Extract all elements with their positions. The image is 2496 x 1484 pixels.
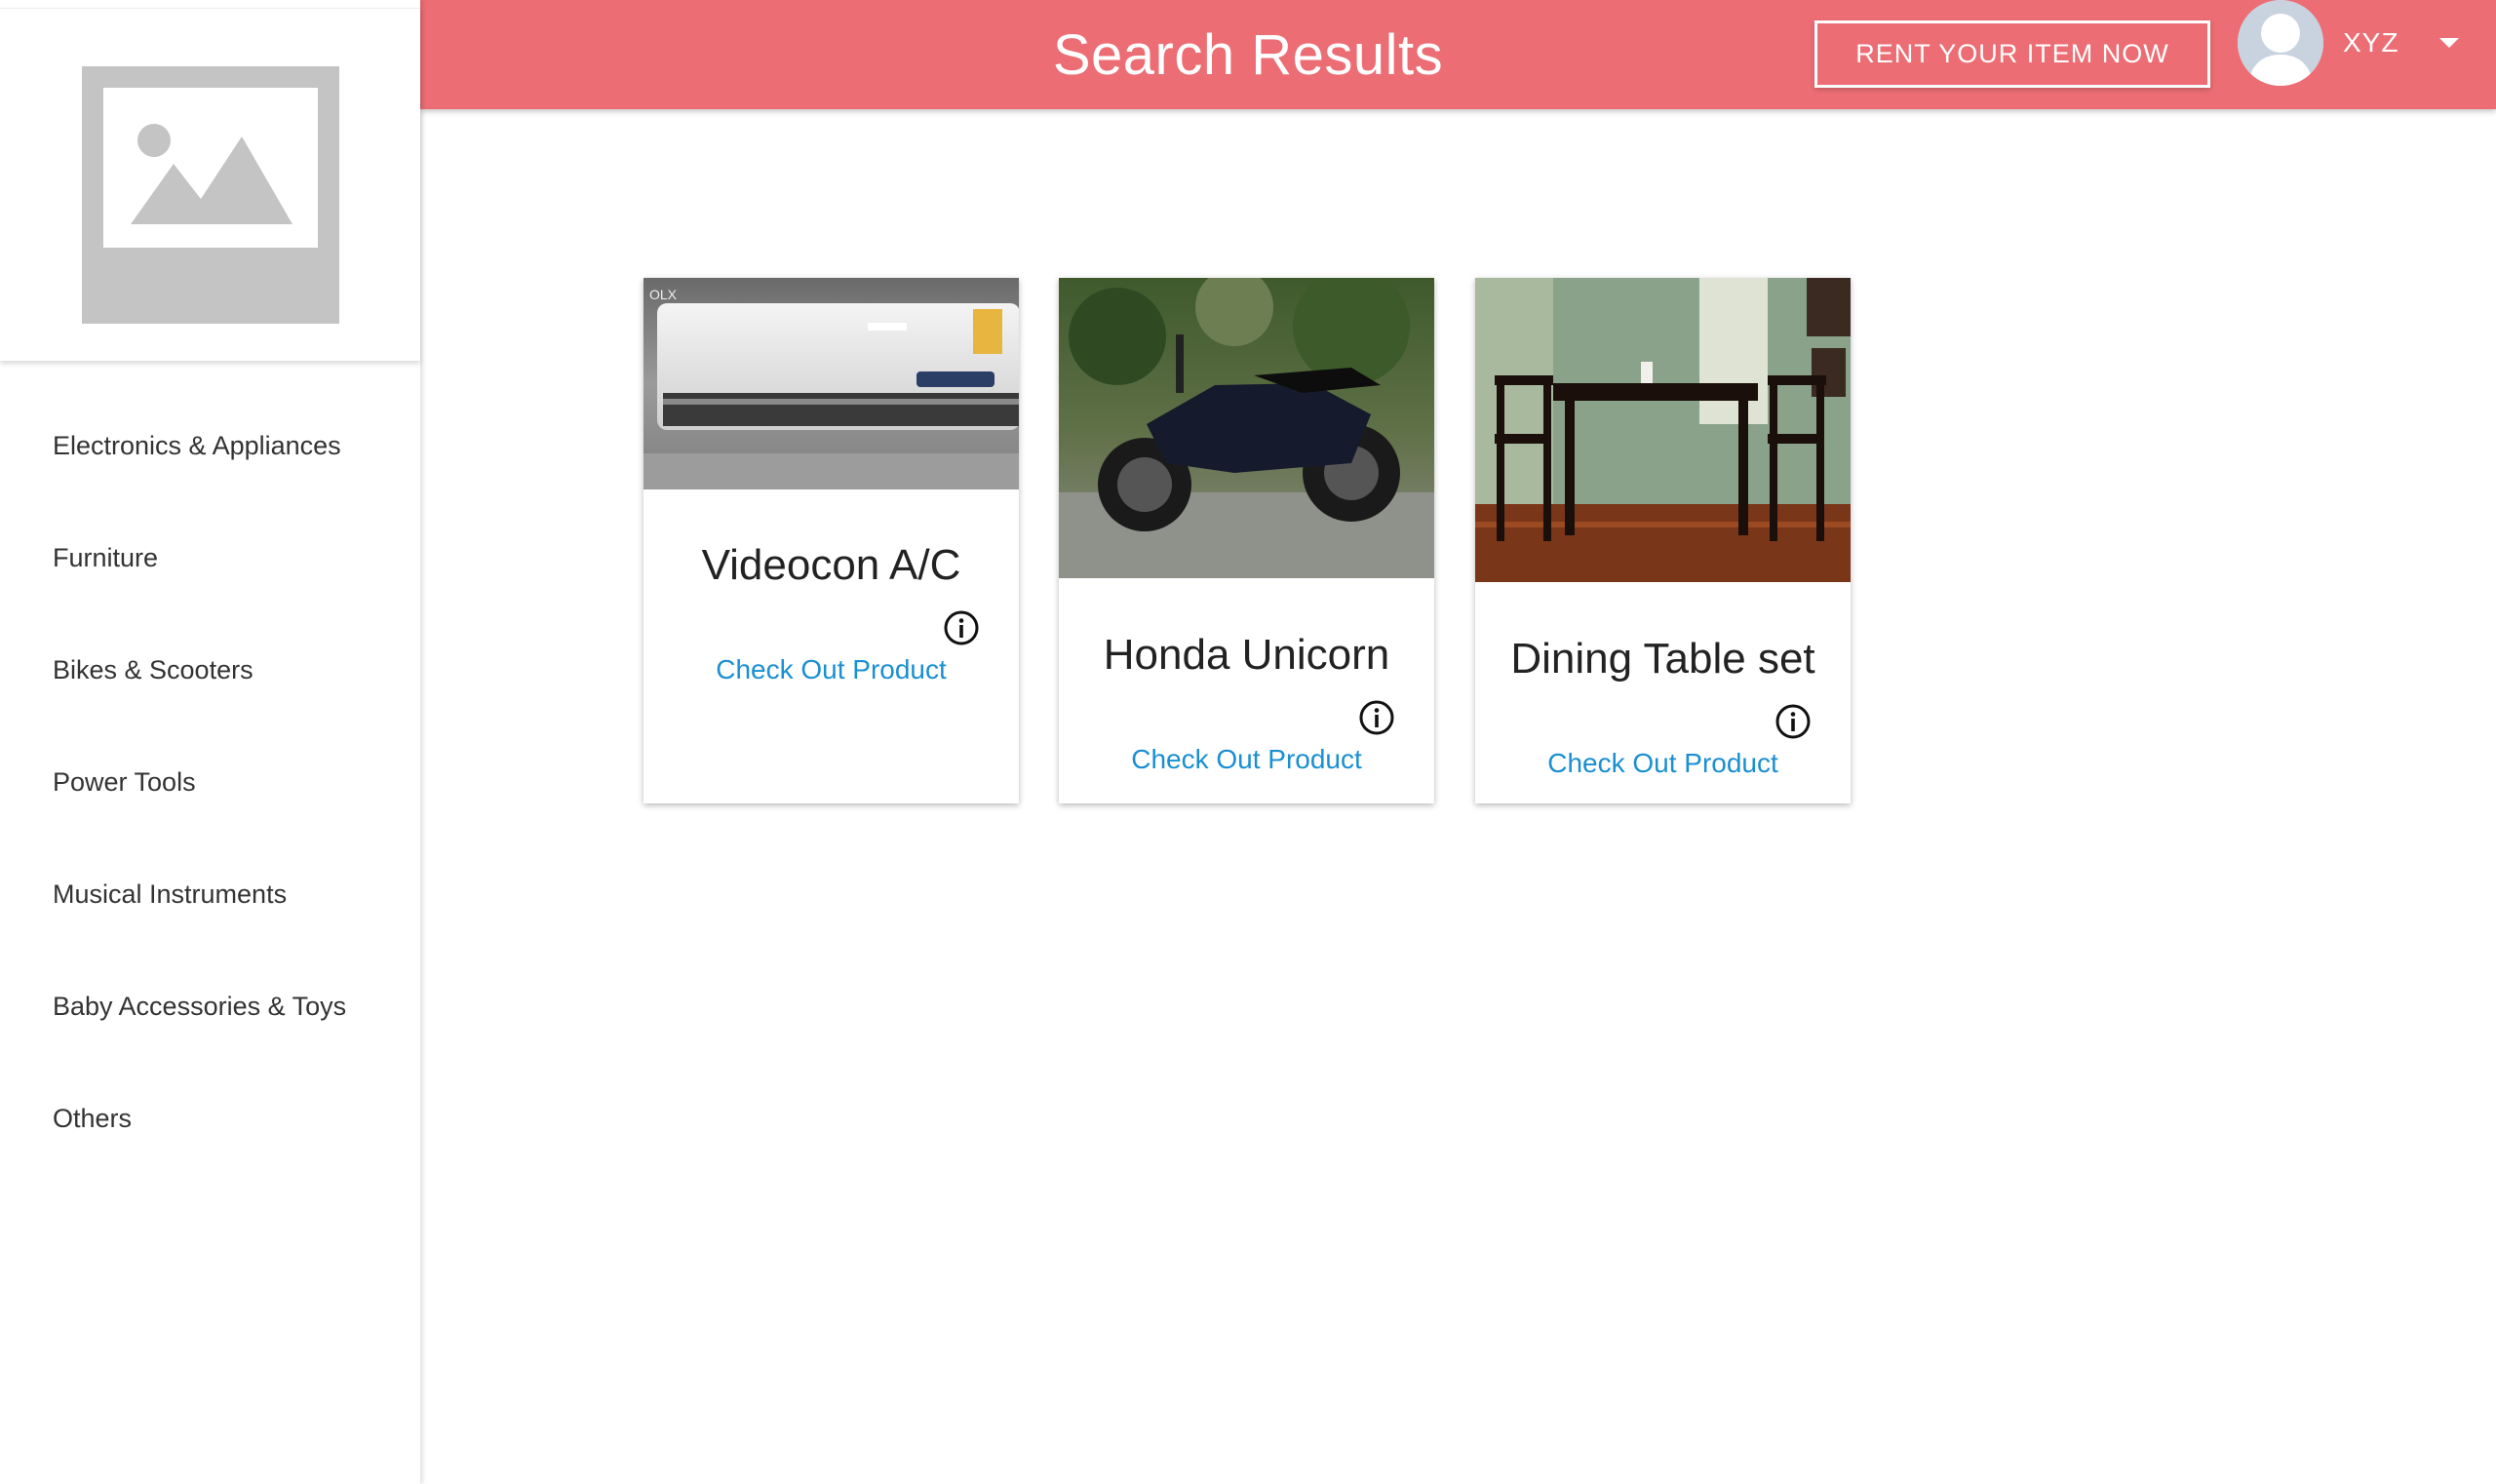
avatar[interactable]	[2238, 0, 2323, 86]
svg-text:OLX: OLX	[649, 287, 678, 302]
sidebar-item-furniture[interactable]: Furniture	[0, 502, 420, 614]
sidebar-item-electronics[interactable]: Electronics & Appliances	[0, 390, 420, 502]
user-silhouette-icon	[2238, 0, 2323, 86]
user-menu[interactable]: XYZ	[2238, 0, 2481, 86]
product-card[interactable]: Honda Unicorn Check Out Product	[1059, 278, 1434, 803]
info-icon[interactable]	[1358, 699, 1395, 736]
logo-box	[0, 8, 420, 361]
sidebar-item-power-tools[interactable]: Power Tools	[0, 726, 420, 839]
check-out-product-link[interactable]: Check Out Product	[1059, 744, 1434, 775]
sidebar-item-bikes[interactable]: Bikes & Scooters	[0, 614, 420, 726]
sidebar-item-others[interactable]: Others	[0, 1063, 420, 1175]
sidebar-item-baby-accessories[interactable]: Baby Accessories & Toys	[0, 951, 420, 1063]
header-bar: Search Results RENT YOUR ITEM NOW XYZ	[420, 0, 2496, 109]
product-title: Dining Table set	[1510, 635, 1815, 683]
username-label: XYZ	[2343, 27, 2399, 58]
page: Electronics & Appliances Furniture Bikes…	[0, 0, 2496, 1484]
check-out-product-link[interactable]: Check Out Product	[644, 654, 1019, 685]
product-title: Honda Unicorn	[1103, 631, 1390, 679]
info-icon[interactable]	[1774, 703, 1812, 740]
rent-item-button[interactable]: RENT YOUR ITEM NOW	[1814, 20, 2210, 88]
product-title: Videocon A/C	[701, 541, 961, 589]
info-icon[interactable]	[943, 609, 980, 646]
product-card[interactable]: Dining Table set Check Out Product	[1475, 278, 1851, 803]
image-placeholder-icon	[82, 66, 339, 324]
product-card[interactable]: OLX Videocon A/C Check Out Product	[644, 278, 1019, 803]
sidebar-item-musical-instruments[interactable]: Musical Instruments	[0, 839, 420, 951]
dining-table-photo[interactable]	[1475, 278, 1851, 582]
check-out-product-link[interactable]: Check Out Product	[1475, 748, 1851, 779]
category-nav: Electronics & Appliances Furniture Bikes…	[0, 390, 420, 1175]
chevron-down-icon[interactable]	[2438, 31, 2461, 55]
motorcycle-photo[interactable]	[1059, 278, 1434, 578]
sidebar: Electronics & Appliances Furniture Bikes…	[0, 0, 420, 1484]
air-conditioner-photo[interactable]: OLX	[644, 278, 1019, 489]
